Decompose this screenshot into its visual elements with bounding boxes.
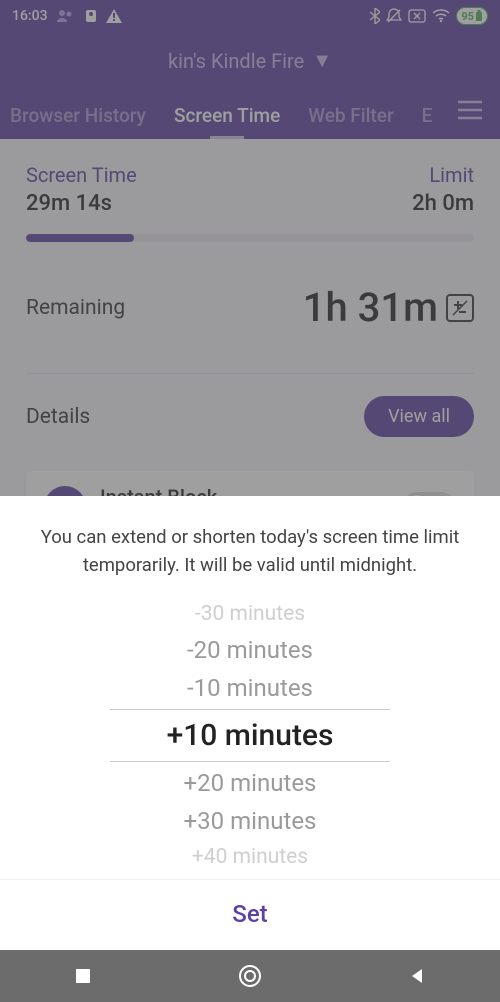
nav-back-button[interactable] bbox=[403, 962, 431, 990]
picker-option[interactable]: +20 minutes bbox=[0, 764, 500, 802]
picker-option-selected[interactable]: +10 minutes bbox=[110, 709, 390, 762]
time-picker[interactable]: -40 minutes -30 minutes -20 minutes -10 … bbox=[0, 592, 500, 880]
sheet-description: You can extend or shorten today's screen… bbox=[0, 496, 500, 592]
picker-option[interactable]: +40 minutes bbox=[0, 840, 500, 874]
picker-option[interactable]: -30 minutes bbox=[0, 597, 500, 631]
picker-option[interactable]: +30 minutes bbox=[0, 802, 500, 840]
nav-recent-button[interactable] bbox=[69, 962, 97, 990]
picker-option[interactable]: +50 minutes bbox=[0, 874, 500, 879]
picker-option[interactable]: -10 minutes bbox=[0, 669, 500, 707]
adjust-limit-sheet: You can extend or shorten today's screen… bbox=[0, 496, 500, 950]
nav-home-button[interactable] bbox=[236, 962, 264, 990]
picker-option[interactable]: -20 minutes bbox=[0, 631, 500, 669]
android-navbar bbox=[0, 950, 500, 1002]
set-button[interactable]: Set bbox=[0, 879, 500, 950]
